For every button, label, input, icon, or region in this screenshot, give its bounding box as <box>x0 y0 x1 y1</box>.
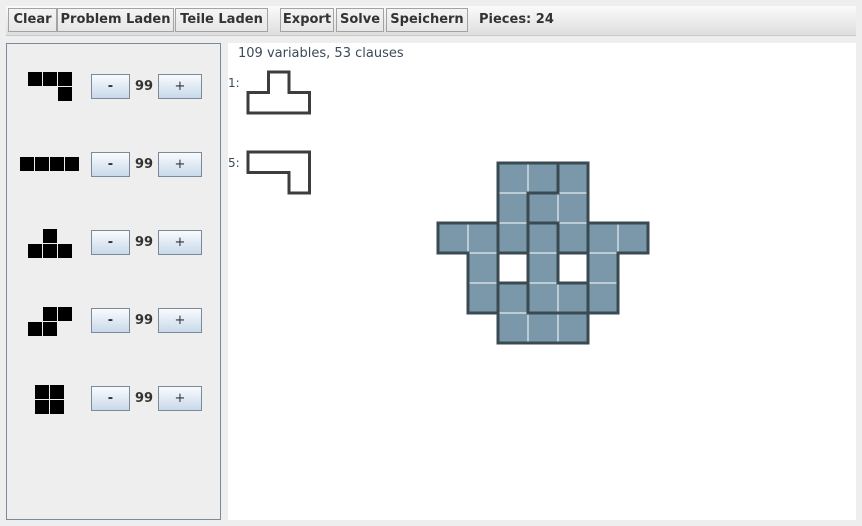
piece-icon-cell <box>35 157 49 171</box>
board-cell <box>557 192 589 224</box>
board-cell <box>467 222 499 254</box>
increment-button[interactable]: + <box>158 386 202 411</box>
palette-row-o-tetromino: -99 + <box>7 385 220 426</box>
board-cell <box>527 252 559 284</box>
piece-icon-cell <box>58 87 72 101</box>
piece-count: 99 <box>134 391 154 406</box>
piece-icon-cell <box>28 322 42 336</box>
palette-row-j-tetromino: -99 + <box>7 72 220 114</box>
board-cell <box>527 222 559 254</box>
board-cell <box>587 282 619 314</box>
board-cell <box>587 252 619 284</box>
piece-icon-cell <box>58 244 72 258</box>
piece-icon-cell <box>28 244 42 258</box>
board-cell <box>587 222 619 254</box>
board-cell <box>467 252 499 284</box>
piece-icon-cell <box>58 72 72 86</box>
piece-icon-cell <box>43 307 57 321</box>
piece-icon-cell <box>65 157 79 171</box>
board-cell <box>527 162 559 194</box>
board-cell <box>497 312 529 344</box>
solve-button[interactable]: Solve <box>336 8 384 32</box>
piece-count: 99 <box>134 313 154 328</box>
piece-icon-cell <box>50 157 64 171</box>
piece-icon-cell <box>28 72 42 86</box>
board-cell <box>497 282 529 314</box>
board-cell <box>617 222 649 254</box>
piece-icon-cell <box>43 322 57 336</box>
clear-button[interactable]: Clear <box>8 8 57 32</box>
board-cell <box>557 222 589 254</box>
board-cell <box>557 162 589 194</box>
board-cell <box>557 282 589 314</box>
piece-icon-cell <box>20 157 34 171</box>
palette-row-s-tetromino: -99 + <box>7 307 220 348</box>
piece-icon-cell <box>43 229 57 243</box>
board-cell <box>497 192 529 224</box>
piece-icon-cell <box>58 307 72 321</box>
board-cell <box>557 312 589 344</box>
palette-row-t-tetromino: -99 + <box>7 229 220 270</box>
piece-count: 99 <box>134 157 154 172</box>
palette-row-i-tetromino: -99 + <box>7 152 220 192</box>
export-button[interactable]: Export <box>280 8 334 32</box>
decrement-button[interactable]: - <box>91 386 130 411</box>
piece-icon-cell <box>50 400 64 414</box>
decrement-button[interactable]: - <box>91 230 130 255</box>
board-cell <box>497 222 529 254</box>
increment-button[interactable]: + <box>158 74 202 99</box>
decrement-button[interactable]: - <box>91 74 130 99</box>
piece-count: 99 <box>134 79 154 94</box>
piece-icon-cell <box>43 72 57 86</box>
problem-laden-button[interactable]: Problem Laden <box>57 8 174 32</box>
board-cell <box>437 222 469 254</box>
toolbar: Clear Problem Laden Teile Laden Export S… <box>6 6 856 36</box>
decrement-button[interactable]: - <box>91 308 130 333</box>
pieces-count-label: Pieces: 24 <box>479 12 554 27</box>
puzzle-board <box>436 161 650 345</box>
piece-icon-cell <box>35 385 49 399</box>
speichern-button[interactable]: Speichern <box>386 8 468 32</box>
puzzle-canvas[interactable]: 109 variables, 53 clauses 1: 5: <box>228 43 856 520</box>
increment-button[interactable]: + <box>158 308 202 333</box>
increment-button[interactable]: + <box>158 230 202 255</box>
increment-button[interactable]: + <box>158 152 202 177</box>
board-cell <box>527 312 559 344</box>
board-cell <box>527 192 559 224</box>
piece-icon-cell <box>35 400 49 414</box>
piece-icon-cell <box>50 385 64 399</box>
piece-icon-cell <box>43 244 57 258</box>
board-cell <box>527 282 559 314</box>
teile-laden-button[interactable]: Teile Laden <box>175 8 268 32</box>
piece-palette-panel: -99 + -99 + -99 + -99 + -99 + <box>6 43 221 520</box>
piece-count: 99 <box>134 235 154 250</box>
board-cell <box>497 162 529 194</box>
board-cell <box>467 282 499 314</box>
decrement-button[interactable]: - <box>91 152 130 177</box>
